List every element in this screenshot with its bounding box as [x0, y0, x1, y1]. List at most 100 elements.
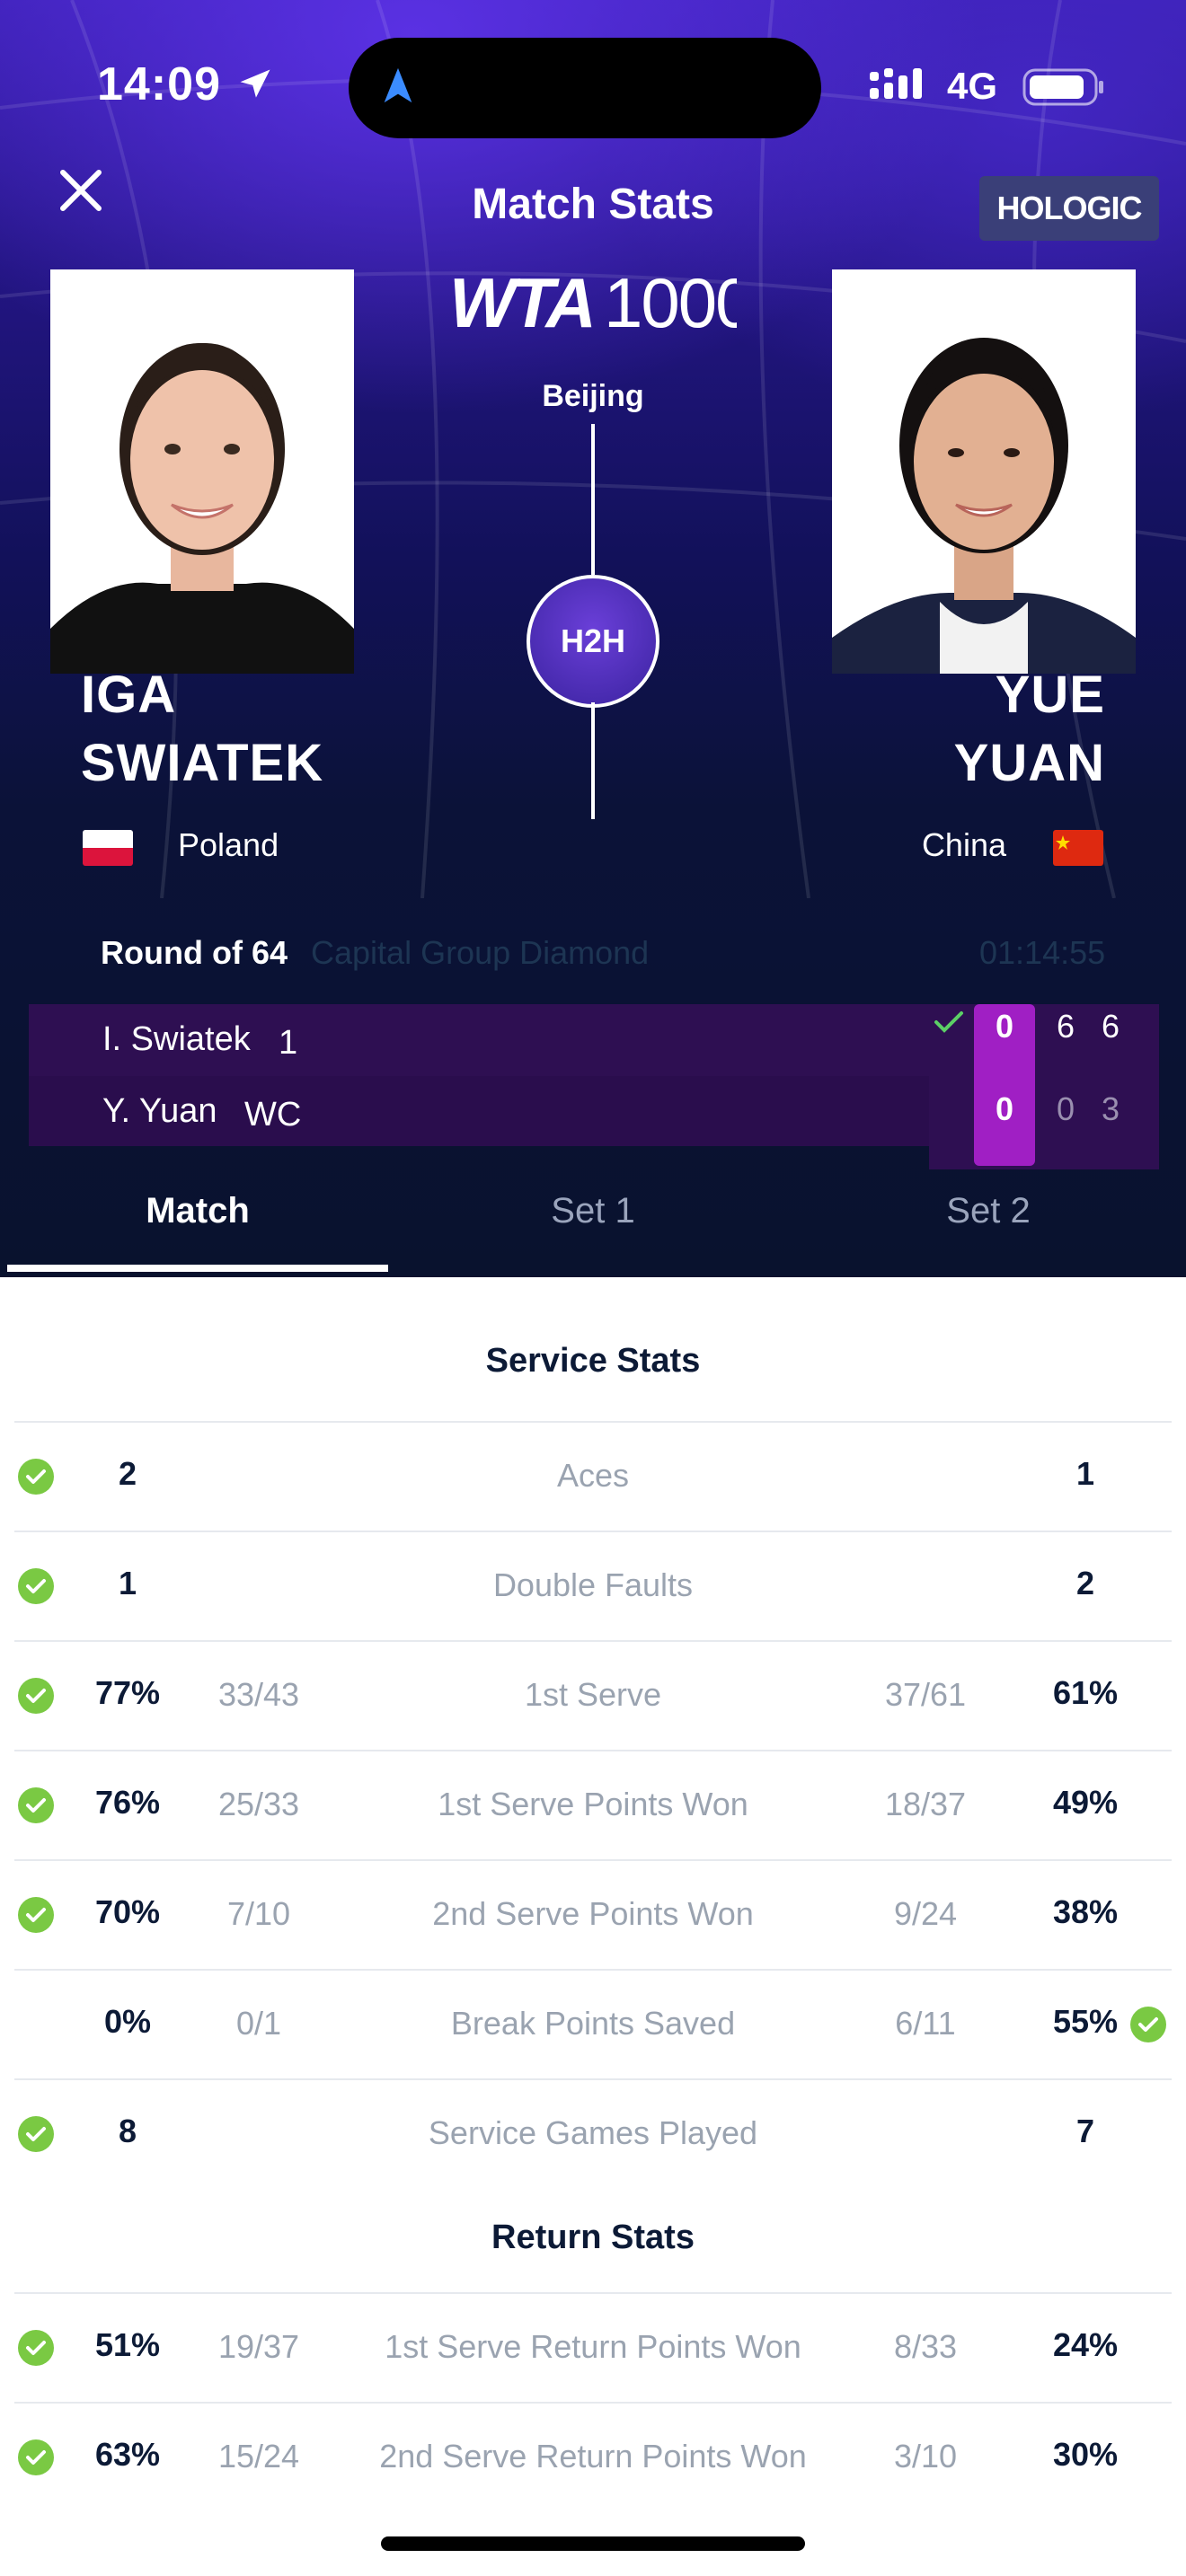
player-seed: 1	[279, 1024, 298, 1062]
stat-fraction-right: 3/10	[893, 2438, 958, 2475]
stat-fraction-right: 6/11	[895, 2005, 956, 2042]
set-score: 0	[1056, 1090, 1075, 1127]
china-flag-icon	[1053, 830, 1103, 866]
player-country-right: China	[921, 826, 1006, 863]
stat-label: 1st Serve Points Won	[438, 1786, 748, 1822]
player-first-name-right: YUE	[995, 666, 1105, 724]
score-player-name: I. Swiatek	[102, 1020, 251, 1058]
player-name-right[interactable]: YUE YUAN	[836, 661, 1105, 798]
h2h-button[interactable]: H2H	[527, 575, 659, 708]
stat-value-right: 38%	[1052, 1893, 1119, 1930]
stat-row-break-points-saved: 0% 0/1 Break Points Saved 6/11 55%	[0, 1971, 1186, 2078]
return-stats-title: Return Stats	[491, 2219, 695, 2256]
stat-row-first-serve-points-won: 76% 25/33 1st Serve Points Won 18/37 49%	[0, 1751, 1186, 1859]
set-score: 6	[1101, 1008, 1120, 1045]
winner-check-icon	[18, 2116, 54, 2152]
stat-value-right: 49%	[1052, 1784, 1119, 1821]
cellular-signal-icon	[870, 68, 922, 99]
stat-row-second-serve-return-points-won: 63% 15/24 2nd Serve Return Points Won 3/…	[0, 2404, 1186, 2511]
active-tab-indicator	[7, 1265, 388, 1272]
match-duration: 01:14:55	[979, 934, 1106, 971]
stat-label: Aces	[556, 1457, 630, 1494]
stat-fraction-left: 15/24	[217, 2438, 300, 2475]
stat-value-right: 7	[1075, 2113, 1095, 2149]
stat-value-left: 76%	[94, 1784, 161, 1821]
stat-label: Service Games Played	[428, 2114, 758, 2151]
navigation-arrow-icon	[384, 67, 412, 103]
stat-value-left: 51%	[94, 2326, 161, 2363]
set-score: 6	[1056, 1008, 1075, 1045]
stat-label: 1st Serve	[524, 1676, 662, 1713]
stat-value-right: 1	[1075, 1455, 1095, 1492]
player-last-name-right: YUAN	[953, 734, 1105, 792]
stat-value-left: 2	[118, 1455, 137, 1492]
stat-value-left: 77%	[94, 1674, 161, 1711]
player-portrait-left	[50, 269, 354, 674]
player-photo-left[interactable]	[50, 269, 354, 674]
stat-label: 2nd Serve Return Points Won	[379, 2438, 807, 2475]
stat-value-left: 63%	[94, 2436, 161, 2473]
svg-text:1000: 1000	[604, 263, 737, 341]
winner-check-icon	[18, 2330, 54, 2366]
stat-row-aces: 2 Aces 1	[0, 1423, 1186, 1531]
player-name-left[interactable]: IGA SWIATEK	[81, 661, 323, 798]
service-stats-title: Service Stats	[485, 1342, 701, 1380]
network-type: 4G	[947, 65, 998, 107]
set-score: 3	[1101, 1090, 1120, 1127]
winner-check-icon	[18, 1897, 54, 1933]
location-arrow-icon	[240, 69, 270, 98]
player-first-name-left: IGA	[81, 666, 177, 724]
player-seed: WC	[244, 1096, 302, 1134]
stat-fraction-left: 0/1	[235, 2005, 282, 2042]
player-last-name-left: SWIATEK	[81, 734, 324, 792]
stat-value-right: 61%	[1052, 1674, 1119, 1711]
stat-value-left: 0%	[103, 2003, 152, 2040]
divider-line	[591, 702, 595, 819]
player-photo-right[interactable]	[832, 269, 1136, 674]
status-time: 14:09	[97, 58, 221, 110]
stat-row-second-serve-points-won: 70% 7/10 2nd Serve Points Won 9/24 38%	[0, 1861, 1186, 1969]
svg-text:WTA: WTA	[449, 263, 593, 341]
poland-flag-icon	[83, 830, 133, 866]
wta-1000-logo: WTA 1000	[449, 263, 737, 341]
stat-label: Double Faults	[492, 1566, 694, 1603]
stat-value-right: 2	[1075, 1565, 1095, 1601]
dynamic-island	[349, 38, 821, 138]
sponsor-logo[interactable]: HOLOGIC	[979, 176, 1159, 241]
winner-check-icon	[1130, 2007, 1166, 2042]
winner-check-icon	[18, 1568, 54, 1604]
court-name: Capital Group Diamond	[311, 934, 650, 971]
stat-fraction-left: 25/33	[217, 1786, 300, 1822]
stat-label: 1st Serve Return Points Won	[385, 2328, 801, 2365]
stat-value-left: 8	[118, 2113, 137, 2149]
stat-label: 2nd Serve Points Won	[432, 1895, 754, 1932]
stat-fraction-right: 9/24	[893, 1895, 958, 1932]
stat-value-left: 1	[118, 1565, 137, 1601]
match-header: 14:09 4G Match Stats HOLOGIC IGA SWIATEK…	[0, 0, 1186, 1277]
stat-row-service-games-played: 8 Service Games Played 7	[0, 2080, 1186, 2188]
stat-fraction-left: 19/37	[217, 2328, 300, 2365]
tab-match[interactable]: Match	[0, 1191, 395, 1231]
stat-value-right: 55%	[1052, 2003, 1119, 2040]
winner-check-icon	[18, 2439, 54, 2475]
winner-check-icon	[18, 1787, 54, 1823]
score-player-name: Y. Yuan	[102, 1092, 217, 1130]
stat-label: Break Points Saved	[450, 2005, 736, 2042]
winner-check-icon	[934, 1011, 963, 1033]
home-indicator[interactable]	[381, 2536, 805, 2551]
winner-check-icon	[18, 1459, 54, 1495]
stat-fraction-right: 8/33	[893, 2328, 958, 2365]
tab-set-1[interactable]: Set 1	[395, 1191, 791, 1231]
close-icon[interactable]	[54, 163, 108, 217]
page-title: Match Stats	[472, 181, 714, 228]
stat-value-right: 24%	[1052, 2326, 1119, 2363]
stat-value-right: 30%	[1052, 2436, 1119, 2473]
stat-fraction-right: 18/37	[884, 1786, 967, 1822]
stat-row-first-serve: 77% 33/43 1st Serve 37/61 61%	[0, 1642, 1186, 1750]
tab-set-2[interactable]: Set 2	[791, 1191, 1186, 1231]
stat-value-left: 70%	[94, 1893, 161, 1930]
stat-row-first-serve-return-points-won: 51% 19/37 1st Serve Return Points Won 8/…	[0, 2294, 1186, 2402]
divider-line	[591, 424, 595, 575]
winner-check-icon	[18, 1678, 54, 1714]
player-portrait-right	[832, 269, 1136, 674]
